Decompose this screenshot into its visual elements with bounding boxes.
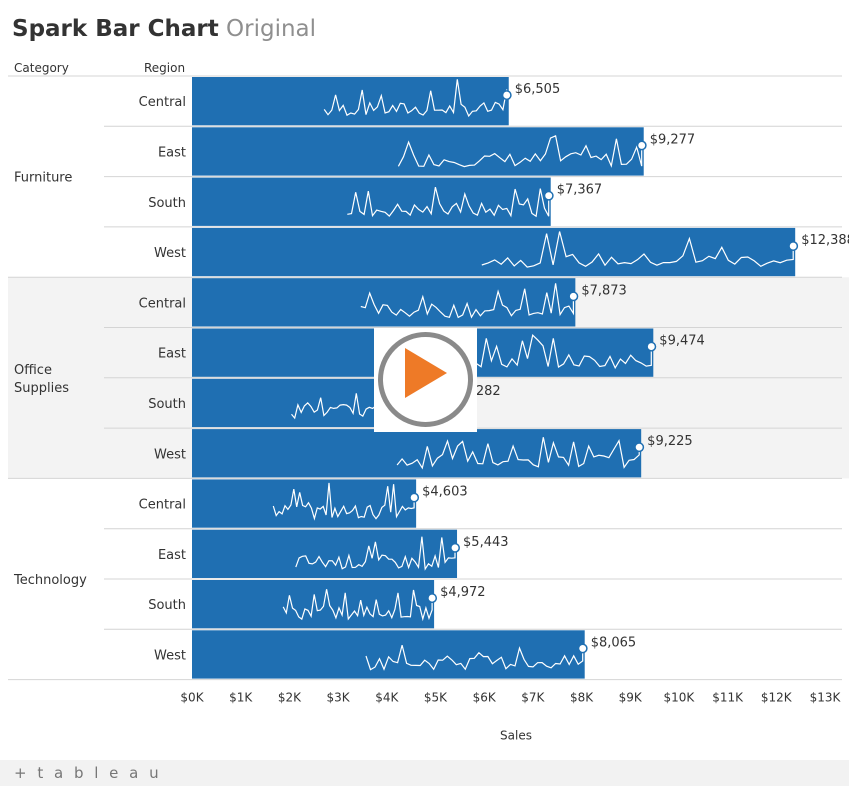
x-tick-label: $9K <box>619 691 643 705</box>
x-tick-label: $12K <box>761 691 793 705</box>
region-label: Central <box>139 296 186 311</box>
bar <box>192 77 509 126</box>
sparkline-end-point <box>543 190 554 201</box>
x-tick-label: $1K <box>229 691 253 705</box>
region-label: South <box>148 598 186 613</box>
x-tick-label: $3K <box>327 691 351 705</box>
region-label: Central <box>139 95 186 110</box>
category-label: Office <box>14 363 52 378</box>
region-label: East <box>158 347 186 362</box>
region-label: West <box>154 246 186 261</box>
tableau-logo[interactable]: + t a b l e a u <box>14 764 162 782</box>
bar <box>192 630 585 679</box>
x-tick-label: $6K <box>473 691 497 705</box>
data-label: $8,065 <box>591 635 637 650</box>
sparkline-end-point <box>646 341 657 352</box>
data-label: $7,367 <box>557 183 603 198</box>
sparkline-end-point <box>409 492 420 503</box>
region-label: Central <box>139 498 186 513</box>
data-label: $6,505 <box>515 82 561 97</box>
sparkline-end-point <box>788 241 799 251</box>
header-category: Category <box>14 61 69 75</box>
x-tick-label: $13K <box>810 691 842 705</box>
play-button[interactable] <box>374 328 477 432</box>
x-tick-label: $0K <box>180 691 204 705</box>
x-tick-label: $5K <box>424 691 448 705</box>
bar <box>192 127 644 176</box>
region-label: South <box>148 397 186 412</box>
footer-bar: + t a b l e a u <box>0 760 849 786</box>
x-tick-label: $10K <box>664 691 696 705</box>
region-label: East <box>158 145 186 160</box>
data-label: $5,443 <box>463 535 509 550</box>
header-region: Region <box>144 61 185 75</box>
x-tick-label: $2K <box>278 691 302 705</box>
sparkline-end-point <box>577 643 588 654</box>
sparkline-end-point <box>636 140 647 151</box>
sparkline-end-point <box>427 593 438 604</box>
data-label: $4,603 <box>422 485 468 500</box>
data-label: $12,388 <box>801 233 849 248</box>
x-axis-label: Sales <box>500 729 532 743</box>
x-tick-label: $11K <box>712 691 744 705</box>
bar <box>192 529 458 578</box>
play-icon <box>405 348 447 398</box>
bar <box>192 227 796 277</box>
sparkline-end-point <box>568 291 579 302</box>
bar <box>192 479 417 528</box>
category-label: Furniture <box>14 171 72 186</box>
data-label: $9,474 <box>659 334 705 349</box>
x-tick-label: $8K <box>570 691 594 705</box>
category-label: Technology <box>13 573 87 588</box>
bar <box>192 278 576 327</box>
bar <box>192 429 642 478</box>
region-label: West <box>154 447 186 462</box>
region-label: West <box>154 648 186 663</box>
data-label: $9,225 <box>647 434 693 449</box>
region-label: East <box>158 548 186 563</box>
data-label: $9,277 <box>650 132 696 147</box>
sparkline-end-point <box>634 442 645 453</box>
sparkline-end-point <box>450 542 460 553</box>
sparkline-end-point <box>501 90 512 101</box>
bar <box>192 177 551 226</box>
data-label: $4,972 <box>440 585 486 600</box>
region-label: South <box>148 196 186 211</box>
data-label: $7,873 <box>581 283 627 298</box>
category-label: Supplies <box>14 381 69 396</box>
x-tick-label: $7K <box>521 691 545 705</box>
x-tick-label: $4K <box>375 691 399 705</box>
